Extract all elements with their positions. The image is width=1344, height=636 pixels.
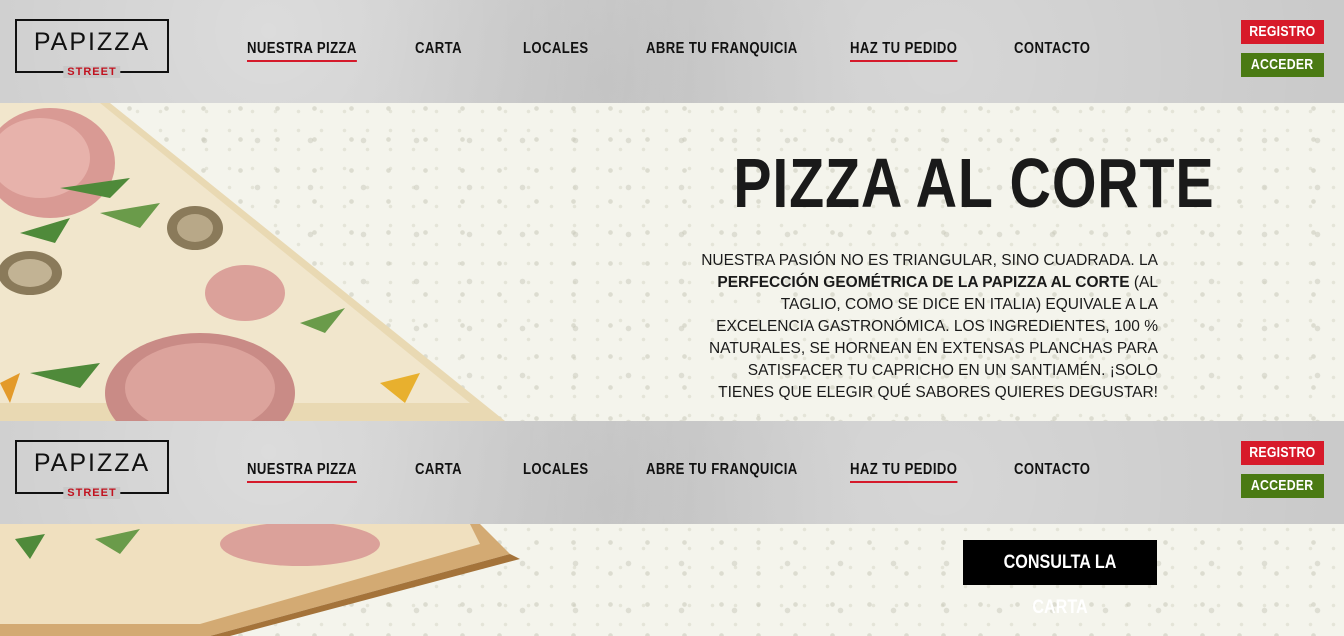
nav-carta[interactable]: CARTA	[415, 461, 462, 479]
nav-locales[interactable]: LOCALES	[523, 461, 589, 479]
hero-title: PIZZA AL CORTE	[733, 144, 1215, 222]
consulta-carta-label: CONSULTA LA CARTA	[1003, 552, 1117, 618]
desc-part-1: NUESTRA PASIÓN NO ES TRIANGULAR, SINO CU…	[701, 252, 1158, 269]
desc-part-2: (AL TAGLIO, COMO SE DICE EN ITALIA) EQUI…	[708, 274, 1158, 401]
nav-nuestra-pizza[interactable]: NUESTRA PIZZA	[247, 40, 357, 62]
logo-sub-text: STREET	[63, 487, 121, 499]
logo-main-text: PAPIZZA	[33, 449, 151, 477]
nav-contacto[interactable]: CONTACTO	[1014, 461, 1090, 479]
acceder-label: ACCEDER	[1251, 56, 1314, 73]
registro-button[interactable]: REGISTRO	[1241, 20, 1324, 44]
acceder-label: ACCEDER	[1251, 477, 1314, 494]
logo-sub-text: STREET	[63, 66, 121, 78]
nav-haz-tu-pedido[interactable]: HAZ TU PEDIDO	[850, 40, 958, 62]
consulta-carta-button[interactable]: CONSULTA LA CARTA	[963, 540, 1157, 618]
sticky-header: PAPIZZA STREET NUESTRA PIZZA CARTA LOCAL…	[0, 421, 1344, 524]
pizza-image	[0, 103, 520, 421]
pizza-image-bottom	[0, 524, 520, 636]
papizza-logo[interactable]: PAPIZZA STREET	[15, 440, 169, 499]
desc-bold: PERFECCIÓN GEOMÉTRICA DE LA PAPIZZA AL C…	[717, 274, 1130, 291]
registro-label: REGISTRO	[1249, 444, 1316, 461]
nav-carta[interactable]: CARTA	[415, 40, 462, 58]
nav-abre-tu-franquicia[interactable]: ABRE TU FRANQUICIA	[646, 461, 798, 479]
hero-description: NUESTRA PASIÓN NO ES TRIANGULAR, SINO CU…	[690, 250, 1158, 404]
logo-main-text: PAPIZZA	[33, 28, 151, 56]
registro-label: REGISTRO	[1249, 23, 1316, 40]
acceder-button[interactable]: ACCEDER	[1241, 474, 1324, 498]
nav-abre-tu-franquicia[interactable]: ABRE TU FRANQUICIA	[646, 40, 798, 58]
nav-haz-tu-pedido[interactable]: HAZ TU PEDIDO	[850, 461, 958, 483]
papizza-logo[interactable]: PAPIZZA STREET	[15, 19, 169, 78]
nav-nuestra-pizza[interactable]: NUESTRA PIZZA	[247, 461, 357, 483]
site-header: PAPIZZA STREET NUESTRA PIZZA CARTA LOCAL…	[0, 0, 1344, 103]
nav-locales[interactable]: LOCALES	[523, 40, 589, 58]
acceder-button[interactable]: ACCEDER	[1241, 53, 1324, 77]
nav-contacto[interactable]: CONTACTO	[1014, 40, 1090, 58]
registro-button[interactable]: REGISTRO	[1241, 441, 1324, 465]
